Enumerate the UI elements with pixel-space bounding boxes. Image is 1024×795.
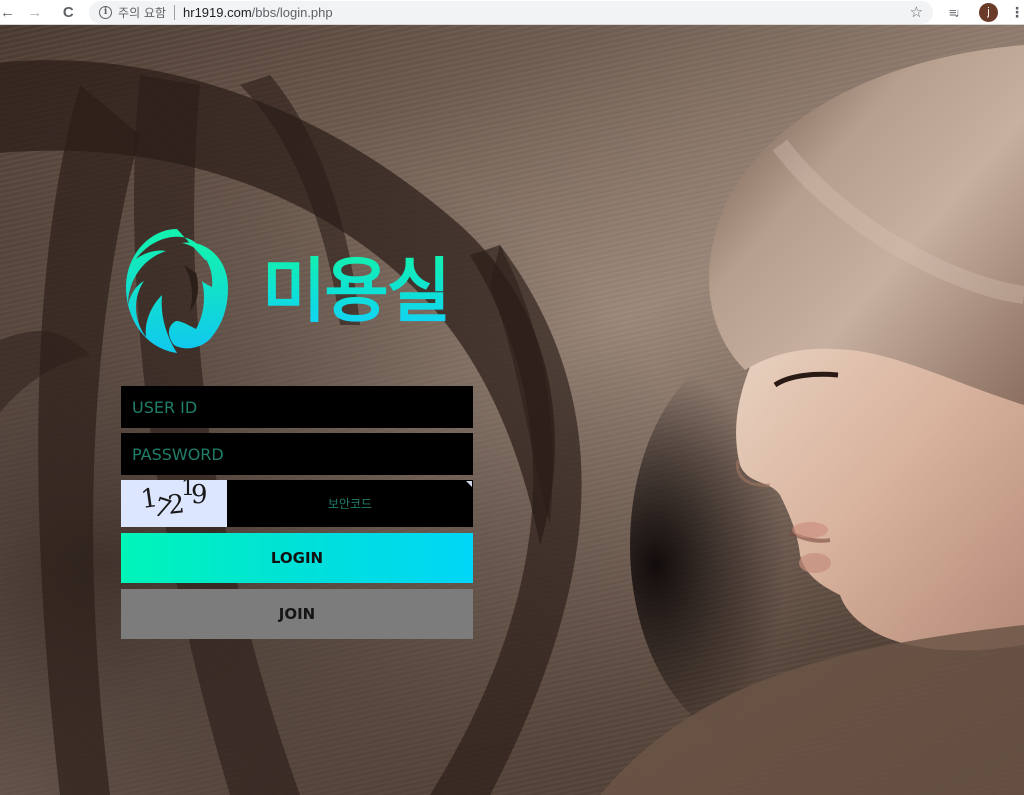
logo-text: 미용실 [262,250,451,332]
url-host: hr1919.com [183,4,252,20]
reload-icon: C [62,3,74,21]
login-form: 1 7 2 1 9 LOGIN JOIN [121,386,473,639]
browser-toolbar: ← → C i 주의 요함 hr1919.com/bbs/login.php ☆… [0,0,1024,25]
arrow-left-icon: ← [0,3,15,21]
password-input[interactable] [121,433,473,475]
address-bar[interactable]: i 주의 요함 hr1919.com/bbs/login.php ☆ [89,0,934,24]
hair-silhouette-logo-icon [126,229,228,353]
captcha-row: 1 7 2 1 9 [121,480,473,527]
captcha-corner-marker [466,481,472,487]
info-icon[interactable]: i [99,5,113,19]
bookmark-star-icon[interactable]: ☆ [910,3,923,21]
site-logo[interactable]: 미용실 [122,225,451,357]
url-divider [174,4,176,20]
media-control-icon[interactable]: ≡♩ [949,5,971,20]
join-button[interactable]: JOIN [121,589,473,639]
profile-avatar[interactable]: j [979,2,999,22]
login-page: 미용실 1 7 2 1 9 LOGIN JOIN [0,25,1024,795]
security-label[interactable]: 주의 요함 [118,4,166,21]
user-id-input[interactable] [121,386,473,428]
reload-button[interactable]: C [56,1,82,23]
forward-button[interactable]: → [22,1,48,23]
captcha-input[interactable] [227,480,473,527]
login-button[interactable]: LOGIN [121,533,473,583]
captcha-image[interactable]: 1 7 2 1 9 [121,480,227,527]
arrow-right-icon: → [27,3,43,21]
url-text[interactable]: hr1919.com/bbs/login.php [183,5,333,20]
more-menu-icon[interactable]: ⋮ [1010,4,1024,21]
url-path: /bbs/login.php [251,4,333,20]
back-button[interactable]: ← [0,1,15,23]
captcha-digit: 9 [191,480,208,510]
